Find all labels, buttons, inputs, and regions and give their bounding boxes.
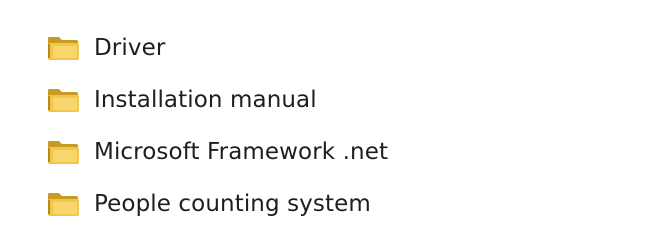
list-item-installation-manual[interactable]: Installation manual xyxy=(46,80,317,120)
folder-icon xyxy=(46,34,80,62)
folder-icon xyxy=(46,138,80,166)
folder-label: Driver xyxy=(94,34,166,61)
folder-icon xyxy=(46,190,80,218)
folder-icon xyxy=(46,86,80,114)
folder-label: Installation manual xyxy=(94,86,317,113)
list-item-microsoft-framework-net[interactable]: Microsoft Framework .net xyxy=(46,132,388,172)
list-item-driver[interactable]: Driver xyxy=(46,28,165,68)
file-list: Driver Installation manual Microsoft Fra… xyxy=(0,0,656,240)
folder-label: Microsoft Framework .net xyxy=(94,138,389,165)
list-item-people-counting-system[interactable]: People counting system xyxy=(46,184,371,224)
folder-label: People counting system xyxy=(94,190,371,217)
